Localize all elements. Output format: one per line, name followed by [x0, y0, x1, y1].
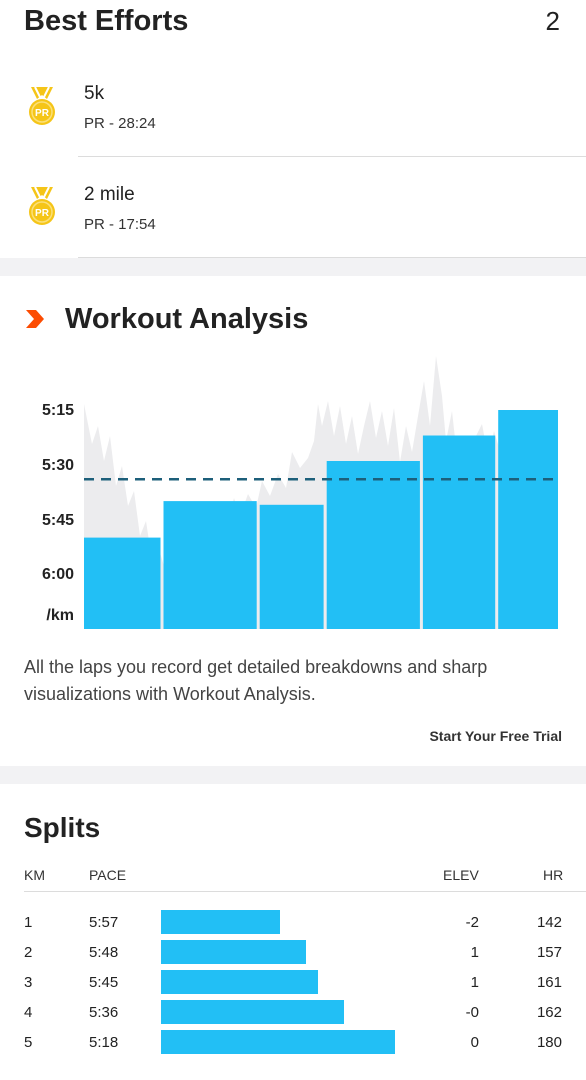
divider — [24, 891, 586, 892]
lap-bar-6[interactable] — [498, 410, 558, 629]
split-hr: 157 — [536, 944, 562, 961]
y-axis-label: 6:00 — [41, 566, 74, 583]
pr-medal-icon: PR — [29, 186, 55, 225]
lap-bar-1[interactable] — [84, 537, 161, 629]
split-hr: 142 — [536, 914, 562, 931]
split-km: 2 — [24, 944, 33, 961]
best-efforts-title: Best Efforts — [24, 5, 189, 37]
lap-bar-5[interactable] — [422, 435, 496, 630]
split-pace: 5:45 — [89, 974, 119, 991]
pace-bar — [161, 970, 318, 994]
lap-bar-4[interactable] — [326, 461, 420, 629]
pr-badge-text: PR — [35, 108, 50, 119]
split-elev: 1 — [470, 944, 479, 961]
pr-badge-text: PR — [35, 208, 50, 219]
splits-section: Splits KM PACE ELEV HR 1 5:57 -2 142 2 5:48 1 1… — [0, 784, 586, 1080]
header-pace: PACE — [89, 867, 127, 883]
split-hr: 162 — [536, 1004, 562, 1021]
section-gap — [0, 258, 586, 276]
split-km: 1 — [24, 914, 33, 931]
split-elev: -2 — [465, 914, 479, 931]
pr-medal-icon: PR — [29, 86, 55, 125]
effort-name: 2 mile — [84, 184, 135, 205]
pace-bar — [161, 910, 280, 934]
effort-name: 5k — [84, 83, 105, 104]
lap-bar-2[interactable] — [163, 501, 257, 629]
section-gap — [0, 766, 586, 784]
pace-bar — [161, 940, 306, 964]
split-hr: 180 — [536, 1034, 562, 1051]
pace-bar — [161, 1000, 344, 1024]
workout-analysis-description: All the laps you record get detailed bre… — [24, 657, 488, 704]
effort-pr-time: PR - 17:54 — [84, 216, 156, 233]
workout-analysis-chart[interactable] — [0, 276, 586, 636]
split-pace: 5:57 — [89, 914, 119, 931]
split-pace: 5:48 — [89, 944, 119, 961]
effort-pr-time: PR - 28:24 — [84, 115, 156, 132]
divider — [78, 156, 586, 157]
split-km: 4 — [24, 1004, 33, 1021]
split-elev: 1 — [470, 974, 479, 991]
header-elev: ELEV — [443, 867, 479, 883]
best-efforts-count: 2 — [545, 6, 560, 36]
best-efforts-section: Best Efforts 2 PR 5k PR - 28:24 PR 2 mil… — [0, 0, 586, 258]
split-pace: 5:36 — [89, 1004, 119, 1021]
split-elev: -0 — [465, 1004, 479, 1021]
start-free-trial-link[interactable]: Start Your Free Trial — [429, 728, 562, 744]
header-km: KM — [24, 867, 45, 883]
split-km: 3 — [24, 974, 33, 991]
header-hr: HR — [543, 867, 564, 883]
workout-analysis-section: Workout Analysis 5:15 5:30 5:45 6:00 /km… — [0, 276, 586, 766]
y-axis-label: 5:30 — [41, 457, 74, 474]
splits-title: Splits — [24, 812, 101, 843]
lap-bar-3[interactable] — [259, 504, 324, 629]
effort-item-2-mile[interactable]: PR 2 mile PR - 17:54 — [0, 158, 586, 258]
effort-item-5k[interactable]: PR 5k PR - 28:24 — [0, 58, 586, 158]
y-axis-unit: /km — [46, 607, 74, 624]
split-elev: 0 — [470, 1034, 479, 1051]
pace-bar — [161, 1030, 395, 1054]
y-axis-label: 5:15 — [41, 402, 74, 419]
y-axis-label: 5:45 — [41, 512, 74, 529]
split-hr: 161 — [536, 974, 562, 991]
split-km: 5 — [24, 1034, 33, 1051]
split-pace: 5:18 — [89, 1034, 119, 1051]
